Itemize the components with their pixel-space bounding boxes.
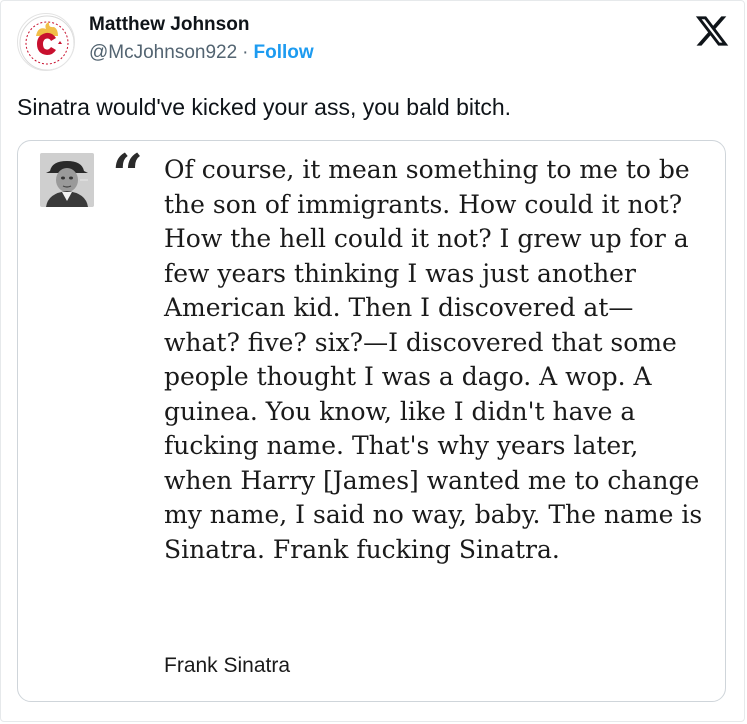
tweet-text: Sinatra would've kicked your ass, you ba… <box>17 94 512 120</box>
frank-sinatra-portrait <box>40 153 94 207</box>
meta-separator: · <box>242 42 249 63</box>
tweet-embed-card: Matthew Johnson @McJohnson922 · Follow Sin… <box>0 0 745 722</box>
quote-image[interactable]: “ Of course, it mean something to me to … <box>17 140 726 702</box>
quote-author: Frank Sinatra <box>164 654 291 677</box>
quote-mark-icon: “ <box>112 142 143 206</box>
x-logo-icon[interactable] <box>694 13 730 49</box>
author-name[interactable]: Matthew Johnson <box>89 14 249 36</box>
avatar[interactable] <box>17 13 75 71</box>
author-handle[interactable]: @McJohnson922 <box>89 42 237 63</box>
quote-text: Of course, it mean something to me to be… <box>164 155 703 564</box>
author-meta: @McJohnson922 · Follow <box>89 42 314 64</box>
follow-button[interactable]: Follow <box>253 42 313 63</box>
flaming-c-logo-icon <box>19 15 74 70</box>
